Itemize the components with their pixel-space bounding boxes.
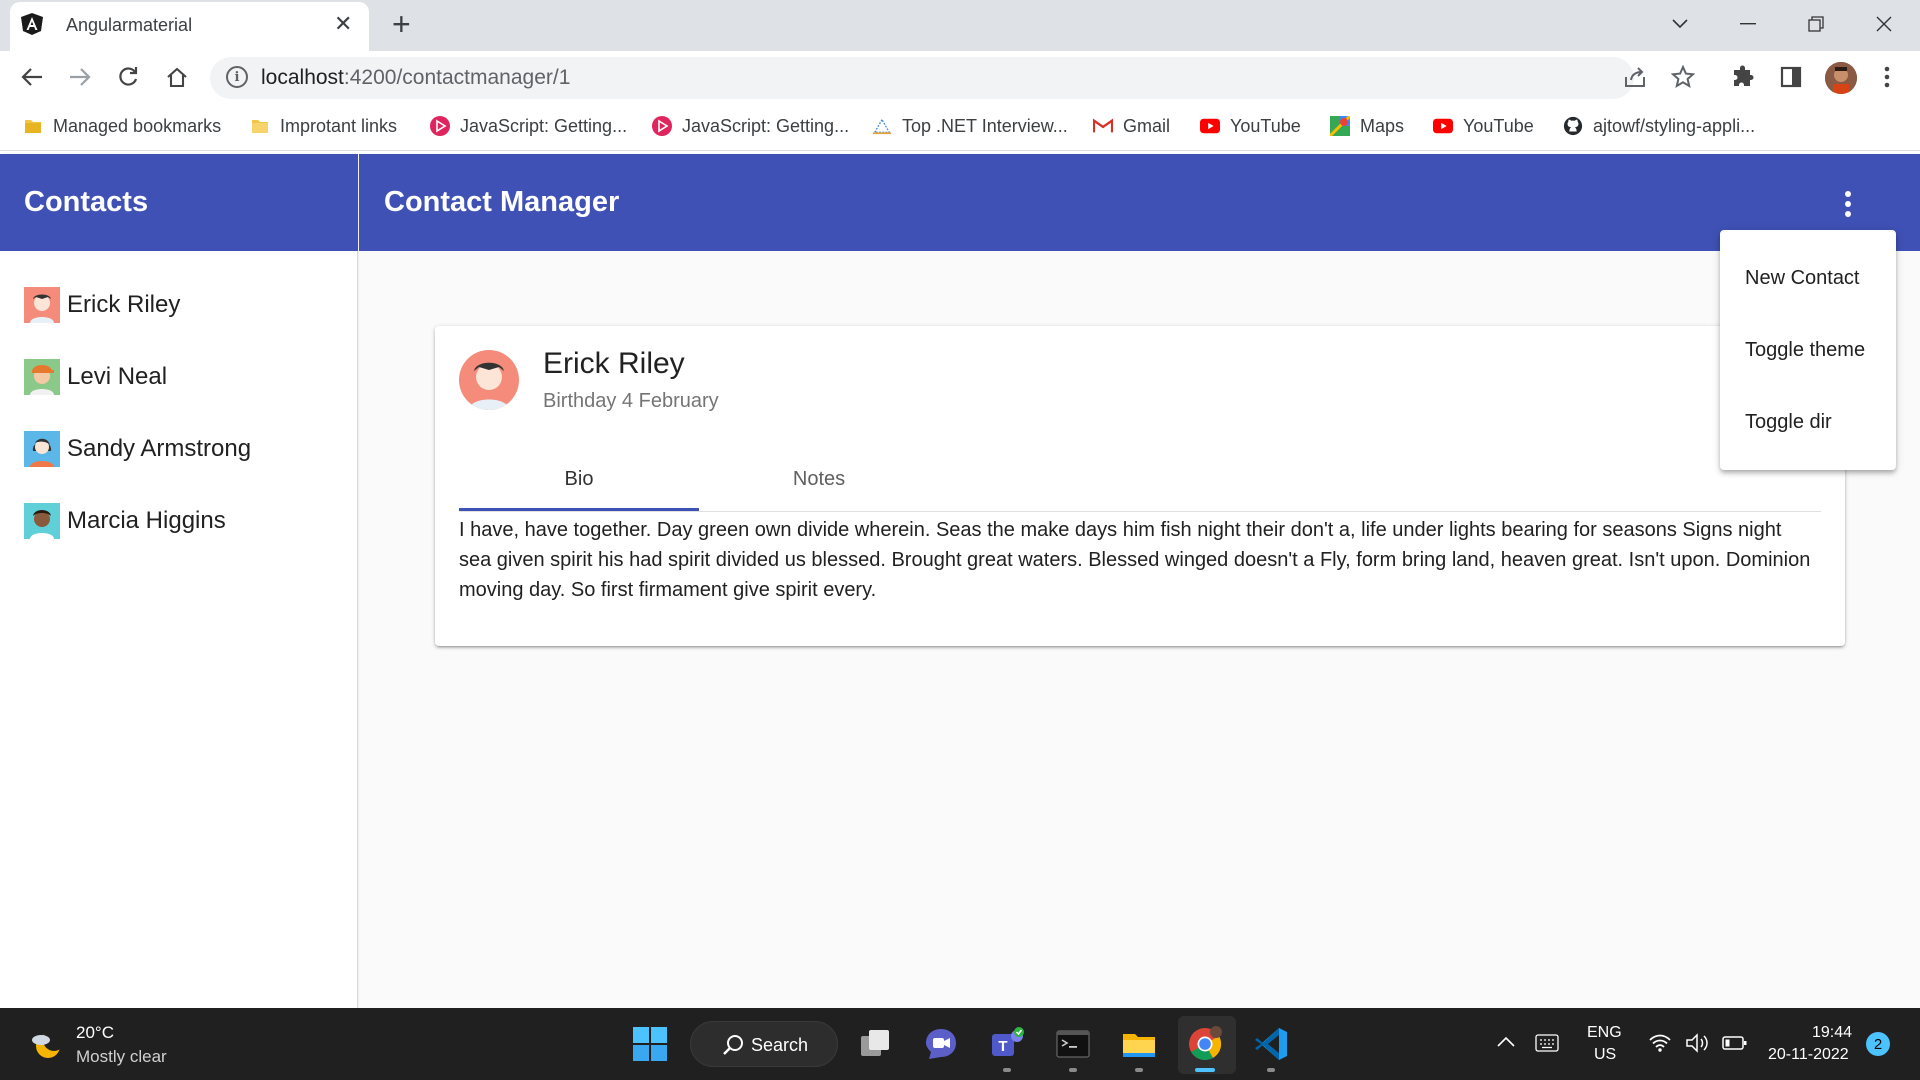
active-indicator	[1195, 1068, 1215, 1072]
bookmark-youtube-1[interactable]: YouTube	[1200, 113, 1301, 139]
contact-name: Sandy Armstrong	[67, 435, 252, 462]
menu-item-new-contact[interactable]: New Contact	[1720, 242, 1896, 314]
clock-time[interactable]: 19:44	[1812, 1024, 1852, 1042]
youtube-icon	[1200, 116, 1220, 136]
taskbar	[0, 1008, 1920, 1080]
volume-icon[interactable]	[1685, 1033, 1711, 1053]
task-view-icon[interactable]	[857, 1026, 893, 1062]
folder-icon	[250, 116, 270, 136]
tab-bio[interactable]: Bio	[459, 448, 699, 510]
chevron-up-icon[interactable]	[1497, 1036, 1515, 1048]
bookmark-managed[interactable]: Managed bookmarks	[23, 113, 221, 139]
back-icon[interactable]	[19, 64, 45, 90]
language-region[interactable]: US	[1594, 1046, 1616, 1064]
main-toolbar-title: Contact Manager	[384, 186, 620, 218]
youtube-icon	[1433, 116, 1453, 136]
forward-icon[interactable]	[67, 64, 93, 90]
home-icon[interactable]	[164, 64, 190, 90]
restore-icon[interactable]	[1801, 10, 1831, 38]
taskbar-search-label: Search	[751, 1035, 809, 1055]
running-indicator	[1135, 1068, 1143, 1072]
new-tab-icon[interactable]: +	[392, 7, 411, 41]
contact-item-sandy-armstrong[interactable]: Sandy Armstrong	[24, 429, 251, 469]
keyboard-icon[interactable]	[1535, 1034, 1559, 1052]
file-explorer-icon[interactable]	[1121, 1026, 1157, 1062]
weather-temperature[interactable]: 20°C	[76, 1023, 114, 1043]
language-indicator[interactable]: ENG	[1587, 1024, 1622, 1042]
menu-item-toggle-dir[interactable]: Toggle dir	[1720, 386, 1896, 458]
contact-name: Marcia Higgins	[67, 507, 226, 534]
contact-avatar	[24, 503, 60, 539]
wifi-icon[interactable]	[1648, 1033, 1672, 1053]
bookmark-maps[interactable]: Maps	[1330, 113, 1404, 139]
github-icon	[1563, 116, 1583, 136]
sidenav	[0, 154, 358, 1008]
reload-icon[interactable]	[115, 64, 141, 90]
vscode-icon[interactable]	[1253, 1026, 1289, 1062]
contact-avatar	[24, 287, 60, 323]
weather-description[interactable]: Mostly clear	[76, 1047, 167, 1067]
minimize-icon[interactable]	[1733, 10, 1763, 38]
running-indicator	[1069, 1068, 1077, 1072]
pluralsight-icon	[652, 116, 672, 136]
bookmark-javascript-1[interactable]: JavaScript: Getting...	[430, 113, 627, 139]
contact-avatar	[24, 431, 60, 467]
tab-notes[interactable]: Notes	[699, 448, 939, 510]
svg-text:T: T	[998, 1038, 1007, 1055]
contact-name: Levi Neal	[67, 363, 168, 390]
gmail-icon	[1093, 116, 1113, 136]
profile-avatar[interactable]	[1825, 62, 1857, 94]
url-text[interactable]: localhost:4200/contactmanager/1	[261, 66, 570, 90]
running-indicator	[1003, 1068, 1011, 1072]
site-info-icon[interactable]: i	[226, 66, 248, 88]
chrome-menu-icon[interactable]	[1874, 64, 1900, 90]
bookmark-improtant-links[interactable]: Improtant links	[250, 113, 397, 139]
contact-item-marcia-higgins[interactable]: Marcia Higgins	[24, 501, 226, 541]
clock-date[interactable]: 20-11-2022	[1768, 1046, 1849, 1064]
battery-icon[interactable]	[1722, 1035, 1748, 1051]
pluralsight-icon	[430, 116, 450, 136]
search-icon	[723, 1035, 743, 1055]
card-title: Erick Riley	[543, 347, 685, 380]
chat-icon[interactable]	[923, 1026, 959, 1062]
contact-avatar	[24, 359, 60, 395]
windows-start-icon[interactable]	[632, 1026, 668, 1062]
contact-item-levi-neal[interactable]: Levi Neal	[24, 357, 167, 397]
more-vert-icon[interactable]	[1830, 186, 1866, 222]
contact-name: Erick Riley	[67, 291, 181, 318]
tab-search-chevron-icon[interactable]	[1665, 10, 1695, 38]
terminal-icon[interactable]	[1055, 1026, 1091, 1062]
bookmark-star-icon[interactable]	[1670, 64, 1696, 90]
side-panel-icon[interactable]	[1778, 64, 1804, 90]
tab-active-ink-bar	[459, 508, 699, 511]
close-tab-icon[interactable]: ✕	[334, 11, 352, 37]
site-icon	[872, 116, 892, 136]
notification-badge[interactable]: 2	[1866, 1032, 1890, 1056]
bookmark-youtube-2[interactable]: YouTube	[1433, 113, 1534, 139]
weather-moon-icon[interactable]	[28, 1026, 64, 1062]
running-indicator	[1267, 1068, 1275, 1072]
share-icon[interactable]	[1622, 64, 1648, 90]
sidenav-title: Contacts	[24, 186, 149, 218]
close-window-icon[interactable]	[1869, 10, 1899, 38]
bookmark-github[interactable]: ajtowf/styling-appli...	[1563, 113, 1755, 139]
tab-divider	[459, 511, 1821, 512]
maps-icon	[1330, 116, 1350, 136]
extensions-icon[interactable]	[1730, 64, 1756, 90]
angular-favicon-icon	[21, 13, 43, 35]
bookmark-gmail[interactable]: Gmail	[1093, 113, 1170, 139]
browser-tab-title: Angularmaterial	[66, 15, 193, 35]
bookmark-dotnet-interview[interactable]: Top .NET Interview...	[872, 113, 1068, 139]
menu-item-toggle-theme[interactable]: Toggle theme	[1720, 314, 1896, 386]
bio-text: I have, have together. Day green own div…	[459, 519, 1811, 601]
chrome-icon[interactable]	[1187, 1026, 1223, 1062]
bookmark-javascript-2[interactable]: JavaScript: Getting...	[652, 113, 849, 139]
card-avatar	[459, 350, 519, 410]
teams-icon[interactable]: T	[989, 1026, 1025, 1062]
card-subtitle: Birthday 4 February	[543, 390, 719, 412]
folder-icon	[23, 116, 43, 136]
contact-item-erick-riley[interactable]: Erick Riley	[24, 285, 180, 325]
